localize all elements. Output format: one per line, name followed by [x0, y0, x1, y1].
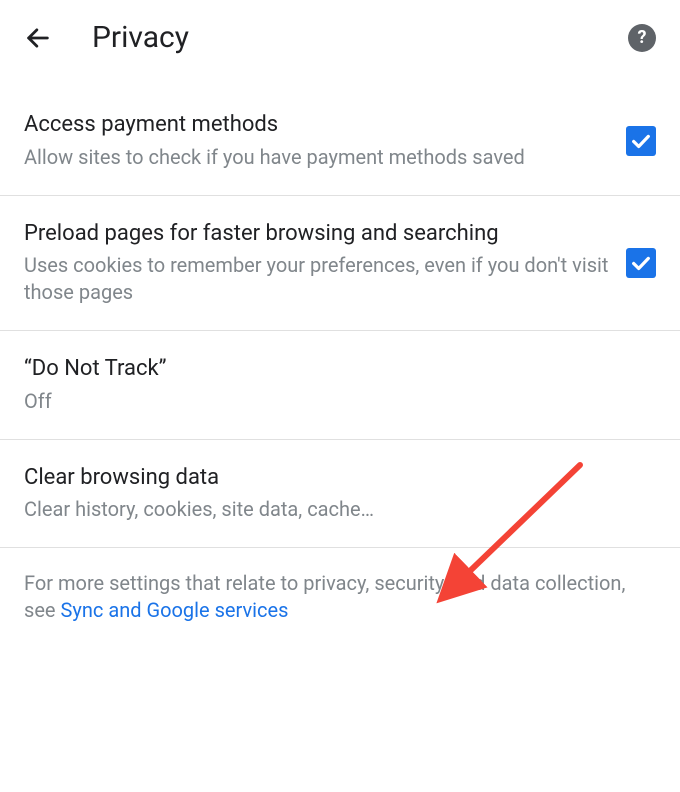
settings-list: Access payment methods Allow sites to ch… [0, 87, 680, 548]
header: Privacy ? [0, 0, 680, 87]
help-button[interactable]: ? [628, 24, 656, 52]
setting-description: Allow sites to check if you have payment… [24, 144, 610, 171]
setting-preload-pages[interactable]: Preload pages for faster browsing and se… [0, 196, 680, 332]
setting-text: Access payment methods Allow sites to ch… [24, 111, 626, 171]
setting-clear-browsing-data[interactable]: Clear browsing data Clear history, cooki… [0, 440, 680, 549]
setting-text: Clear browsing data Clear history, cooki… [24, 464, 656, 524]
setting-description: Uses cookies to remember your preference… [24, 252, 610, 306]
sync-services-link[interactable]: Sync and Google services [61, 598, 289, 622]
setting-title: Access payment methods [24, 111, 610, 140]
checkbox-preload[interactable] [626, 248, 656, 278]
setting-text: “Do Not Track” Off [24, 355, 656, 415]
setting-text: Preload pages for faster browsing and se… [24, 220, 626, 307]
setting-title: Clear browsing data [24, 464, 640, 493]
checkmark-icon [630, 130, 652, 152]
arrow-back-icon [24, 24, 52, 52]
setting-title: Preload pages for faster browsing and se… [24, 220, 610, 249]
setting-access-payment-methods[interactable]: Access payment methods Allow sites to ch… [0, 87, 680, 196]
help-icon: ? [638, 27, 647, 48]
back-button[interactable] [24, 24, 52, 52]
checkbox-payment[interactable] [626, 126, 656, 156]
page-title: Privacy [92, 20, 588, 55]
setting-title: “Do Not Track” [24, 355, 640, 384]
setting-do-not-track[interactable]: “Do Not Track” Off [0, 331, 680, 440]
setting-description: Off [24, 388, 640, 415]
footer-note: For more settings that relate to privacy… [0, 548, 680, 646]
setting-description: Clear history, cookies, site data, cache… [24, 496, 640, 523]
checkmark-icon [630, 252, 652, 274]
